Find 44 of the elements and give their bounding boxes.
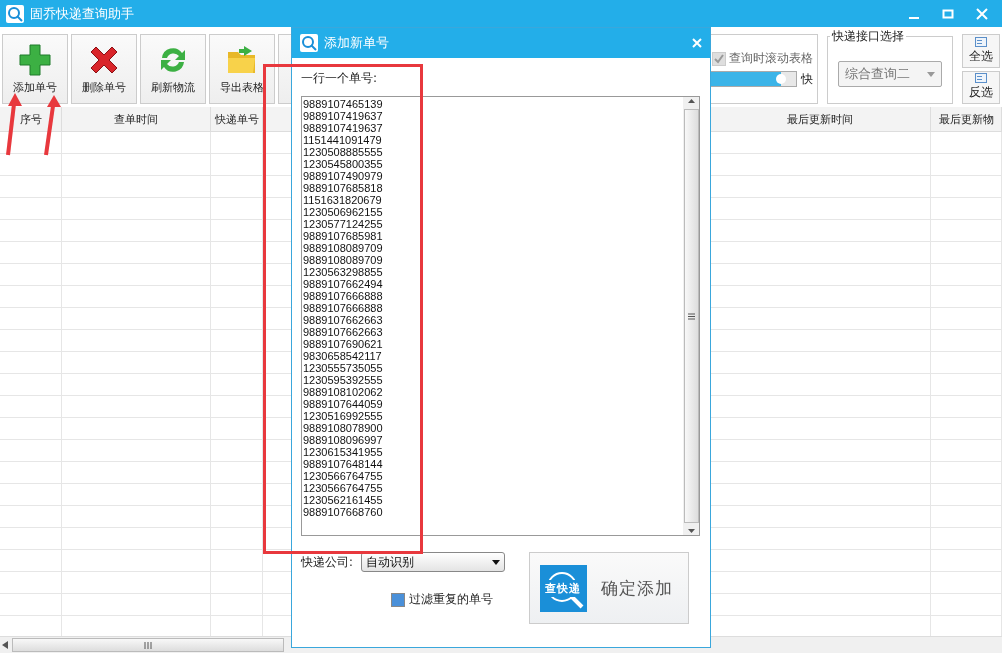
checkbox-label: 过滤重复的单号 bbox=[409, 592, 493, 607]
app-logo-icon bbox=[300, 34, 318, 52]
toolbar-button[interactable]: 导出表格 bbox=[209, 34, 275, 104]
scroll-up-icon[interactable] bbox=[687, 99, 695, 103]
list-icon bbox=[975, 73, 987, 84]
select-button[interactable]: 全选 bbox=[962, 34, 1000, 68]
checkbox-label: 查询时滚动表格 bbox=[729, 51, 813, 66]
slider-thumb[interactable] bbox=[776, 74, 786, 84]
caret-icon bbox=[927, 71, 935, 77]
prompt-label: 一行一个单号: bbox=[301, 70, 379, 87]
close-icon[interactable] bbox=[692, 38, 702, 48]
column-header[interactable]: 快递单号 bbox=[211, 107, 263, 131]
arrow-drawing bbox=[44, 95, 61, 156]
caret-icon bbox=[491, 559, 500, 565]
toolbar-button[interactable]: 刷新物流 bbox=[140, 34, 206, 104]
group-title: 快递接口选择 bbox=[831, 28, 905, 45]
grip-icon bbox=[144, 641, 152, 649]
close-icon[interactable] bbox=[976, 7, 988, 20]
list-icon bbox=[975, 36, 987, 47]
company-label: 快递公司: bbox=[301, 554, 353, 570]
slider-label: 快 bbox=[801, 71, 813, 87]
toolbar-button[interactable]: 删除单号 bbox=[71, 34, 137, 104]
toolbar-button[interactable]: 添加单号 bbox=[2, 34, 68, 104]
company-dropdown[interactable]: 自动识别 bbox=[360, 552, 505, 572]
plus-icon bbox=[19, 43, 51, 76]
select-button[interactable]: 反选 bbox=[962, 70, 1000, 104]
dialog-title: 添加新单号 bbox=[324, 34, 389, 52]
checkbox[interactable] bbox=[391, 592, 405, 607]
maximize-icon[interactable] bbox=[942, 7, 954, 20]
scroll-down-icon[interactable] bbox=[687, 529, 695, 533]
scroll-left-icon[interactable] bbox=[2, 641, 8, 649]
tracking-number-list: 9889107465139 9889107419637 9889107419637 1151441091479 1230508885555 1230545800355 9889107490979 9889107685818 1151631820679 1230506962155 1230577124255 9889107685981 9889108089709 9889108089709 1230563298855 9889107662494 9889107666888 9889107666888 9889107662663 9889107662663 9889107690621 9830658542117 1230555735055 1230595392555 9889108102062 9889107644059 1230516992555 9889108078900 9889108096997 1230615341955 9889107648144 1230566764755 1230566764755 1230562161455 9889107668760 bbox=[302, 97, 383, 518]
confirm-add-button[interactable]: 查快递 确定添加 bbox=[528, 552, 689, 624]
column-header[interactable]: 查单时间 bbox=[62, 107, 211, 131]
grip-icon bbox=[687, 312, 695, 320]
scroll-thumb[interactable] bbox=[12, 638, 284, 652]
tracking-number-field[interactable] bbox=[301, 96, 700, 536]
api-dropdown[interactable]: 综合查询二 bbox=[838, 61, 942, 87]
folder-icon bbox=[226, 43, 258, 76]
window-title: 固乔快递查询助手 bbox=[30, 4, 134, 23]
column-header[interactable]: 最后更新物 bbox=[931, 107, 1002, 131]
express-logo: 查快递 bbox=[539, 564, 587, 612]
app-logo-icon bbox=[6, 4, 24, 23]
arrow-drawing bbox=[6, 93, 22, 156]
